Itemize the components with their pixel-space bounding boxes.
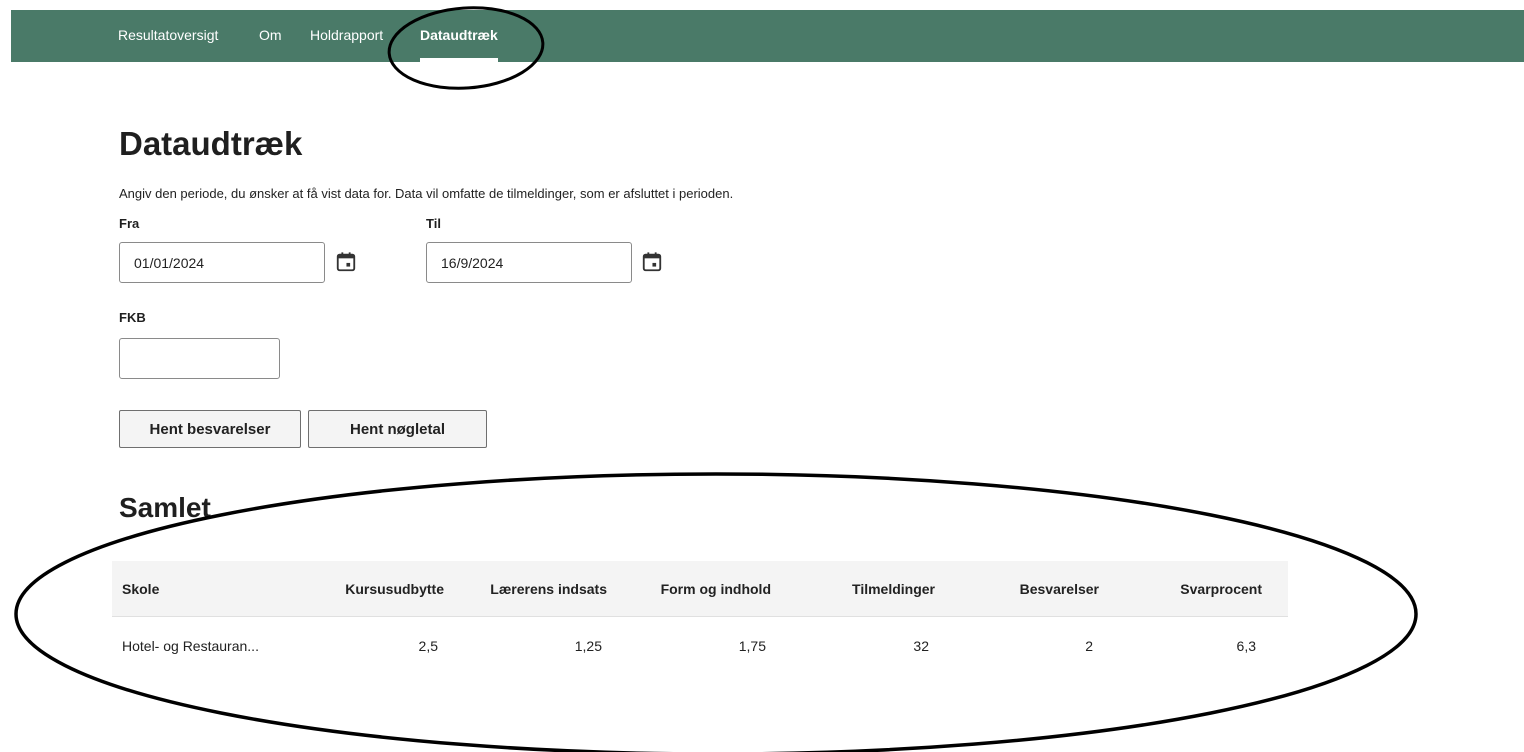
page-title: Dataudtræk [119,125,303,162]
cell-kursusudbytte: 2,5 [418,638,438,654]
column-header-svarprocent: Svarprocent [1180,581,1262,597]
column-header-besvarelser: Besvarelser [1019,581,1099,597]
cell-form-og-indhold: 1,75 [738,638,766,654]
column-header-kursusudbytte: Kursusudbytte [345,581,444,597]
nav-item-dataudtraek[interactable]: Dataudtræk [420,10,498,62]
top-navigation: Resultatoversigt Om Holdrapport Dataudtr… [11,10,1524,62]
cell-besvarelser: 2 [1085,638,1093,654]
from-date-input[interactable] [119,242,325,283]
column-header-form-og-indhold: Form og indhold [660,581,771,597]
cell-skole: Hotel- og Restauran... [122,638,259,654]
table-row: Hotel- og Restauran... 2,5 1,25 1,75 32 … [112,617,1288,675]
nav-item-om[interactable]: Om [259,10,282,62]
fkb-label: FKB [119,310,146,325]
column-header-tilmeldinger: Tilmeldinger [852,581,935,597]
cell-laererens-indsats: 1,25 [574,638,602,654]
fkb-input[interactable] [119,338,280,379]
calendar-icon[interactable] [335,251,357,273]
to-label: Til [426,216,441,231]
nav-item-resultatoversigt[interactable]: Resultatoversigt [118,10,218,62]
nav-item-holdrapport[interactable]: Holdrapport [310,10,383,62]
hent-besvarelser-button[interactable]: Hent besvarelser [119,410,301,448]
column-header-laererens-indsats: Lærerens indsats [490,581,607,597]
summary-title: Samlet [119,492,211,523]
table-header-row: Skole Kursusudbytte Lærerens indsats For… [112,561,1288,617]
hent-noegletal-button[interactable]: Hent nøgletal [308,410,487,448]
cell-svarprocent: 6,3 [1236,638,1256,654]
summary-table: Skole Kursusudbytte Lærerens indsats For… [112,561,1288,675]
from-label: Fra [119,216,140,231]
page-intro: Angiv den periode, du ønsker at få vist … [119,186,734,201]
cell-tilmeldinger: 32 [913,638,929,654]
calendar-icon[interactable] [641,251,663,273]
to-date-input[interactable] [426,242,632,283]
column-header-skole: Skole [122,581,160,597]
